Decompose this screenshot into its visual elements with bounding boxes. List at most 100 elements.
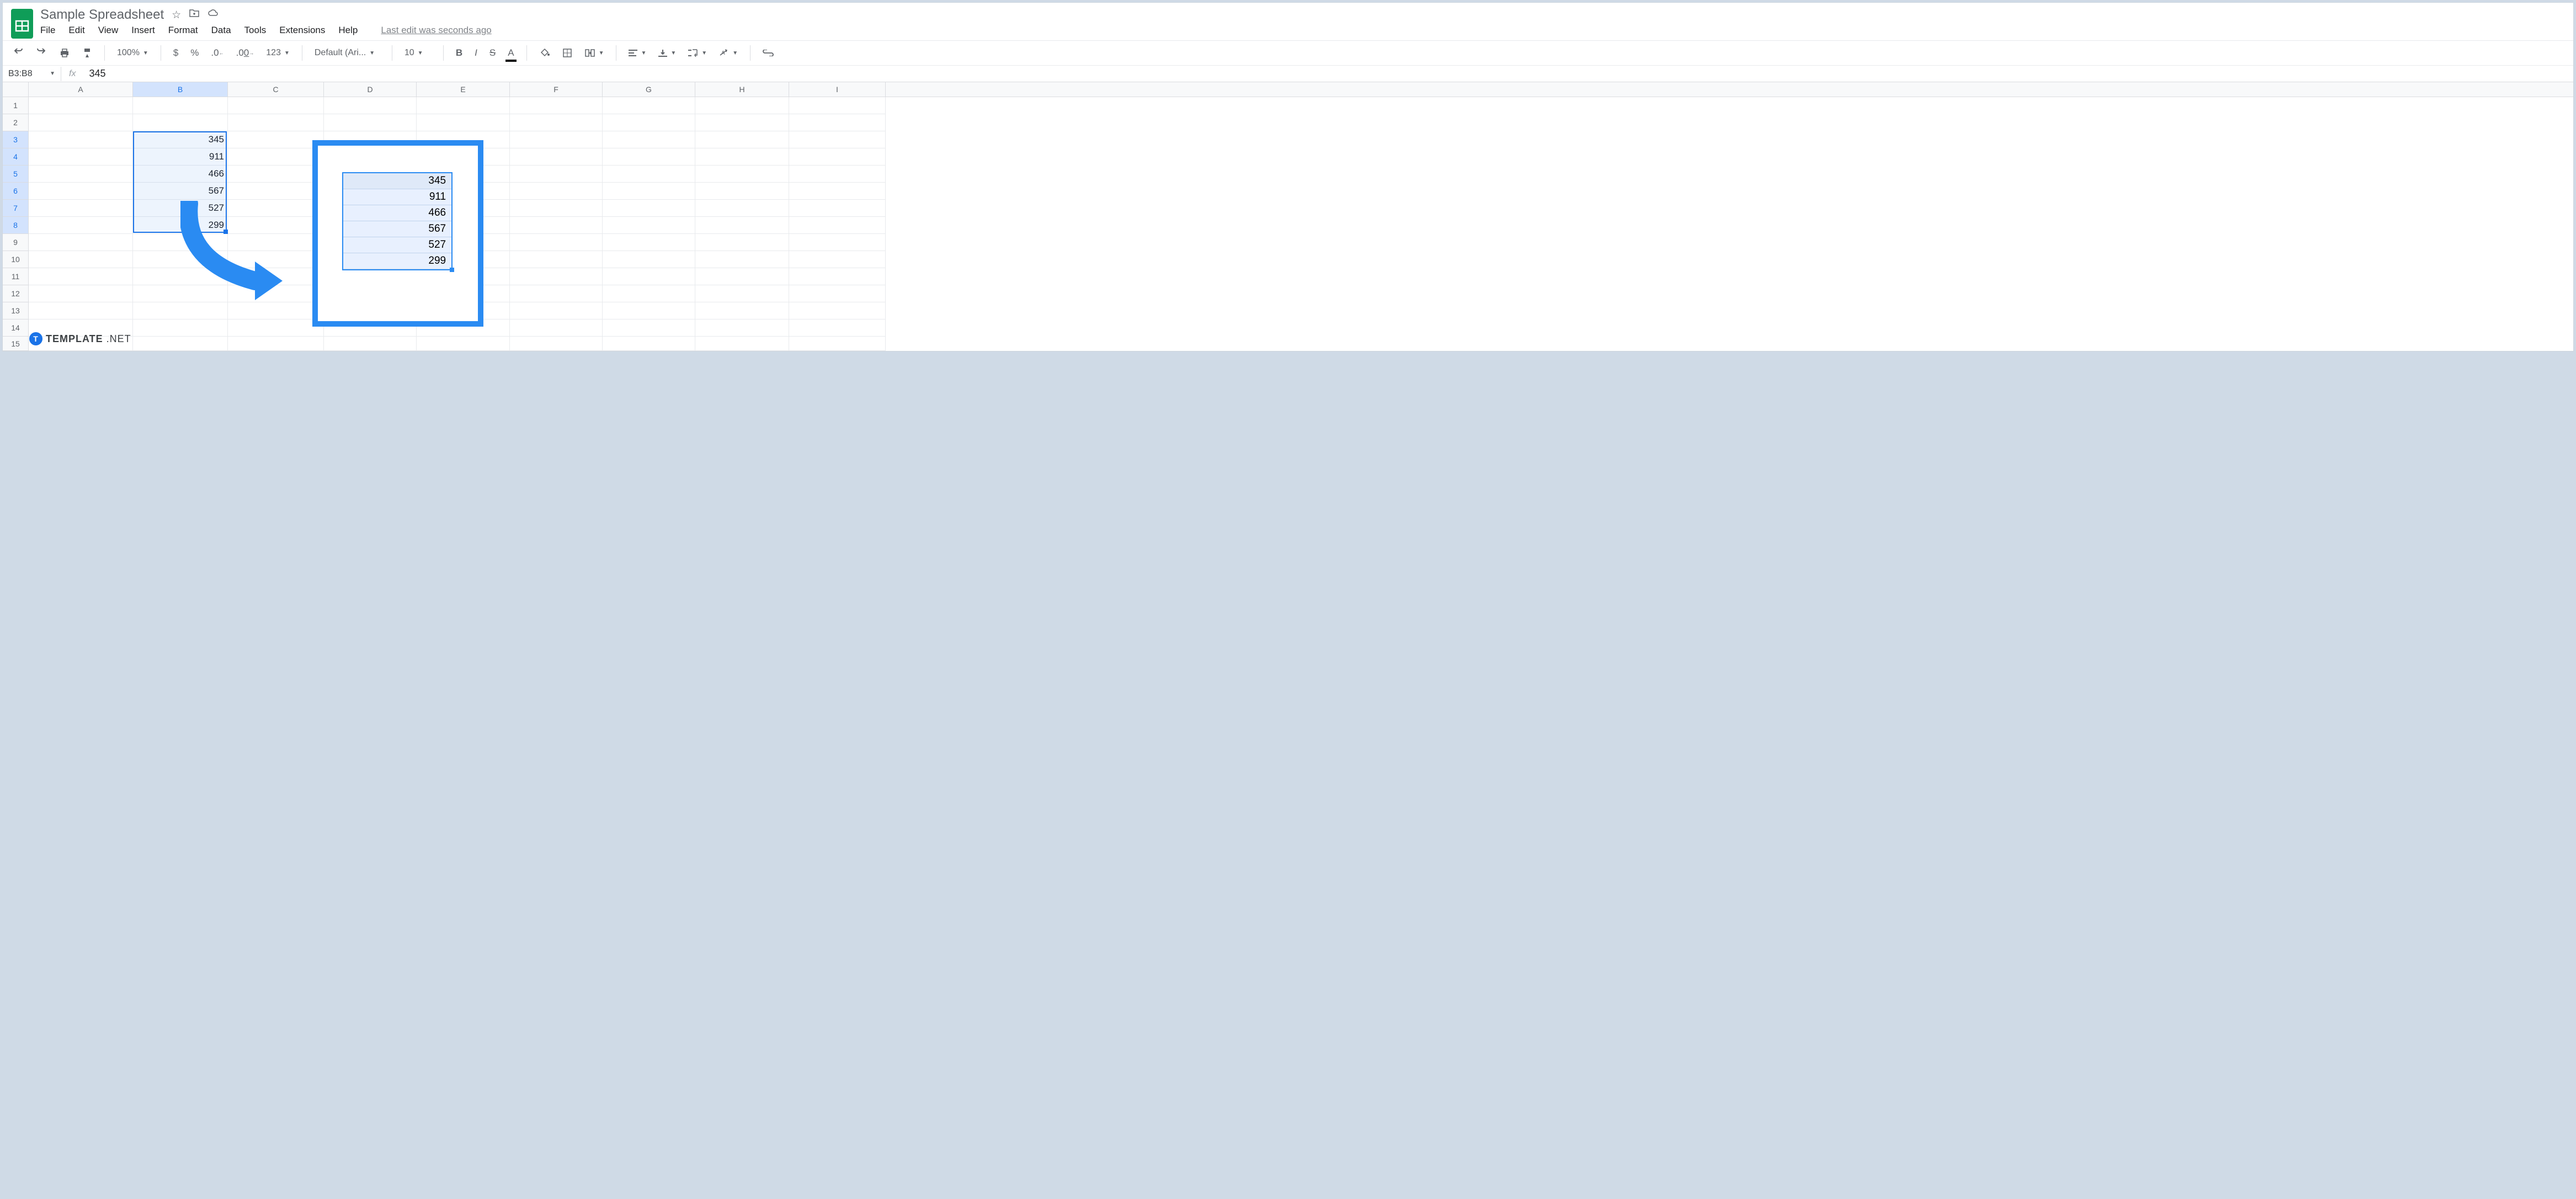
cell-D10[interactable] (324, 251, 417, 268)
cell-H8[interactable] (695, 217, 789, 234)
cell-G15[interactable] (603, 337, 695, 351)
cell-B13[interactable] (133, 302, 228, 319)
cell-E10[interactable] (417, 251, 510, 268)
cell-A4[interactable] (29, 148, 133, 166)
cell-C2[interactable] (228, 114, 324, 131)
cell-G2[interactable] (603, 114, 695, 131)
cell-H11[interactable] (695, 268, 789, 285)
cell-A7[interactable] (29, 200, 133, 217)
col-header-A[interactable]: A (29, 82, 133, 97)
menu-help[interactable]: Help (338, 25, 358, 36)
cell-H5[interactable] (695, 166, 789, 183)
cell-F8[interactable] (510, 217, 603, 234)
cell-F4[interactable] (510, 148, 603, 166)
bold-button[interactable]: B (453, 45, 466, 61)
menu-extensions[interactable]: Extensions (279, 25, 325, 36)
cell-D8[interactable] (324, 217, 417, 234)
cell-D14[interactable] (324, 319, 417, 337)
last-edit[interactable]: Last edit was seconds ago (381, 25, 491, 36)
cell-E2[interactable] (417, 114, 510, 131)
col-header-C[interactable]: C (228, 82, 324, 97)
cell-E3[interactable] (417, 131, 510, 148)
star-icon[interactable]: ☆ (172, 9, 181, 22)
decrease-decimal-button[interactable]: .0← (207, 45, 227, 61)
cell-C14[interactable] (228, 319, 324, 337)
row-header-1[interactable]: 1 (3, 97, 29, 114)
redo-button[interactable] (33, 46, 50, 60)
cell-D11[interactable] (324, 268, 417, 285)
cell-B7[interactable]: 527 (133, 200, 228, 217)
cell-I2[interactable] (789, 114, 886, 131)
cell-E8[interactable] (417, 217, 510, 234)
cell-A2[interactable] (29, 114, 133, 131)
cell-D1[interactable] (324, 97, 417, 114)
row-header-6[interactable]: 6 (3, 183, 29, 200)
menu-edit[interactable]: Edit (68, 25, 84, 36)
cell-C13[interactable] (228, 302, 324, 319)
cell-B5[interactable]: 466 (133, 166, 228, 183)
cell-A1[interactable] (29, 97, 133, 114)
row-header-12[interactable]: 12 (3, 285, 29, 302)
cell-I7[interactable] (789, 200, 886, 217)
cell-I13[interactable] (789, 302, 886, 319)
paint-format-button[interactable] (79, 45, 95, 61)
name-box[interactable]: B3:B8▼ (3, 67, 61, 81)
cell-E4[interactable] (417, 148, 510, 166)
link-button[interactable] (759, 47, 777, 58)
cell-G1[interactable] (603, 97, 695, 114)
cell-B4[interactable]: 911 (133, 148, 228, 166)
col-header-I[interactable]: I (789, 82, 886, 97)
row-header-8[interactable]: 8 (3, 217, 29, 234)
cell-I11[interactable] (789, 268, 886, 285)
menu-insert[interactable]: Insert (131, 25, 155, 36)
cell-A3[interactable] (29, 131, 133, 148)
text-color-button[interactable]: A (504, 45, 517, 61)
cell-D3[interactable] (324, 131, 417, 148)
col-header-H[interactable]: H (695, 82, 789, 97)
row-header-10[interactable]: 10 (3, 251, 29, 268)
cell-I15[interactable] (789, 337, 886, 351)
row-header-11[interactable]: 11 (3, 268, 29, 285)
cell-C6[interactable] (228, 183, 324, 200)
cell-D9[interactable] (324, 234, 417, 251)
col-header-F[interactable]: F (510, 82, 603, 97)
cell-I1[interactable] (789, 97, 886, 114)
cell-C1[interactable] (228, 97, 324, 114)
cell-C11[interactable] (228, 268, 324, 285)
cell-G13[interactable] (603, 302, 695, 319)
cell-G14[interactable] (603, 319, 695, 337)
cell-H7[interactable] (695, 200, 789, 217)
cell-F13[interactable] (510, 302, 603, 319)
fill-color-button[interactable] (536, 46, 553, 60)
cell-B1[interactable] (133, 97, 228, 114)
row-header-9[interactable]: 9 (3, 234, 29, 251)
cell-E12[interactable] (417, 285, 510, 302)
strikethrough-button[interactable]: S (486, 45, 499, 61)
cell-H9[interactable] (695, 234, 789, 251)
cell-I3[interactable] (789, 131, 886, 148)
cell-F12[interactable] (510, 285, 603, 302)
cell-F1[interactable] (510, 97, 603, 114)
move-icon[interactable] (189, 9, 200, 21)
cell-A12[interactable] (29, 285, 133, 302)
cell-I9[interactable] (789, 234, 886, 251)
cell-C4[interactable] (228, 148, 324, 166)
cell-B14[interactable] (133, 319, 228, 337)
cell-I14[interactable] (789, 319, 886, 337)
cell-D4[interactable] (324, 148, 417, 166)
wrap-dropdown[interactable]: ▼ (685, 47, 710, 59)
cell-G5[interactable] (603, 166, 695, 183)
cell-D6[interactable] (324, 183, 417, 200)
cell-F7[interactable] (510, 200, 603, 217)
print-button[interactable] (56, 46, 73, 60)
cloud-icon[interactable] (207, 9, 220, 21)
cell-E6[interactable] (417, 183, 510, 200)
cell-B9[interactable] (133, 234, 228, 251)
cell-A10[interactable] (29, 251, 133, 268)
cell-C5[interactable] (228, 166, 324, 183)
row-header-14[interactable]: 14 (3, 319, 29, 337)
cell-E14[interactable] (417, 319, 510, 337)
font-size-dropdown[interactable]: 10▼ (401, 46, 434, 60)
col-header-D[interactable]: D (324, 82, 417, 97)
more-formats-dropdown[interactable]: 123▼ (263, 46, 293, 60)
